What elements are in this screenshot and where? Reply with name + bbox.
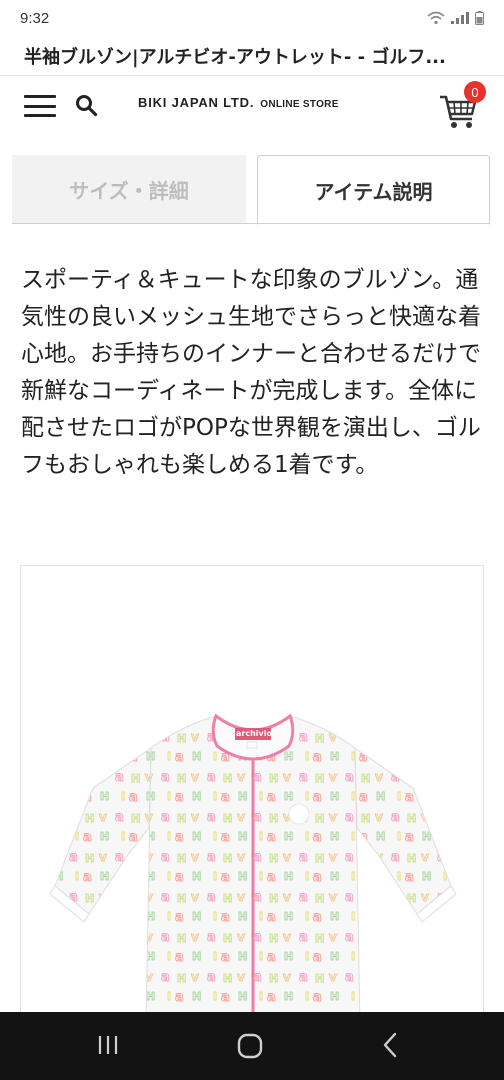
product-image[interactable]: a H V I a H archivio — [20, 565, 484, 1080]
home-icon[interactable] — [236, 1032, 264, 1060]
product-tabs: サイズ・詳細 アイテム説明 — [12, 155, 490, 225]
tab-item-description[interactable]: アイテム説明 — [257, 155, 490, 225]
signal-icon — [451, 12, 469, 24]
tabs-divider — [12, 223, 490, 224]
back-icon[interactable] — [380, 1032, 400, 1058]
site-header: BIKI JAPAN LTD. ONLINE STORE 0 — [0, 77, 504, 133]
system-nav-bar — [0, 1012, 504, 1080]
brand-tag: archivio — [236, 729, 272, 738]
status-bar: 9:32 — [0, 0, 504, 36]
brand-logo[interactable]: BIKI JAPAN LTD. ONLINE STORE — [138, 95, 339, 110]
blouson-illustration: a H V I a H — [49, 713, 457, 1079]
brand-name: BIKI JAPAN LTD. — [138, 95, 255, 110]
brand-subtitle: ONLINE STORE — [260, 99, 339, 110]
hamburger-menu-icon[interactable] — [24, 95, 56, 117]
search-icon[interactable] — [74, 93, 98, 117]
page-title: 半袖ブルゾン|アルチビオ-アウトレット- - ゴルフ... — [0, 36, 504, 76]
item-description: スポーティ＆キュートな印象のブルゾン。通気性の良いメッシュ生地でさらっと快適な着… — [21, 267, 481, 478]
tab-size-details[interactable]: サイズ・詳細 — [12, 155, 246, 224]
battery-icon — [475, 11, 484, 25]
status-icons — [427, 11, 484, 25]
recent-apps-icon[interactable] — [96, 1032, 120, 1058]
cart-button[interactable]: 0 — [436, 81, 492, 129]
cart-count-badge: 0 — [464, 81, 486, 103]
wifi-icon — [427, 11, 445, 25]
status-time: 9:32 — [20, 9, 50, 27]
